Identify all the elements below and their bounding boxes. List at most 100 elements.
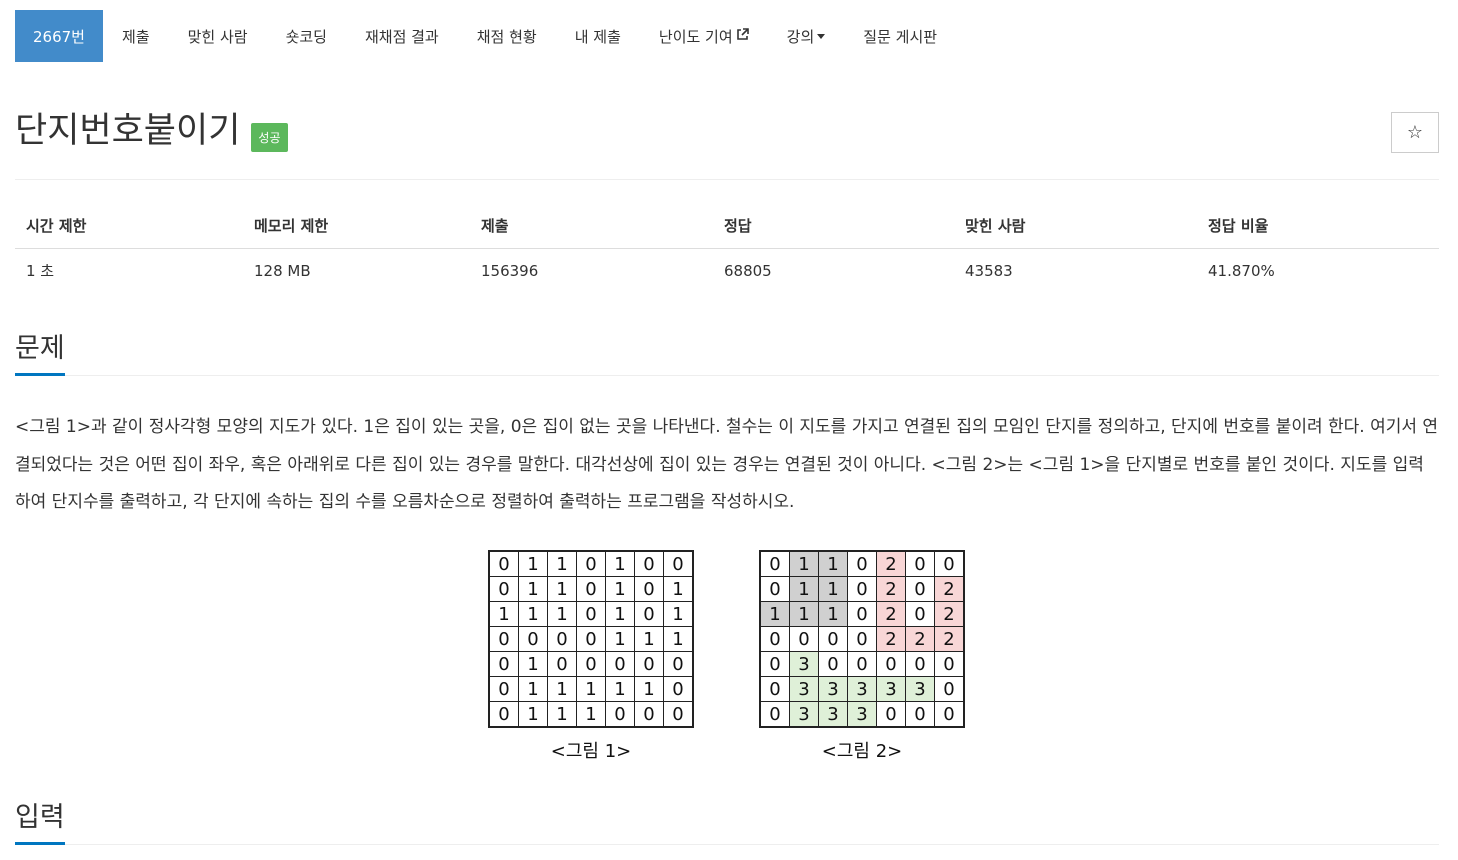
grid-cell: 0 — [759, 550, 790, 577]
grid-cell: 0 — [759, 576, 790, 602]
grid-cell: 0 — [847, 651, 877, 677]
grid-row: 0110202 — [759, 576, 965, 602]
header-memory-limit: 메모리 제한 — [254, 217, 329, 235]
grid-cell: 1 — [663, 626, 694, 652]
grid-cell: 0 — [605, 651, 635, 677]
nav-label: 맞힌 사람 — [187, 27, 248, 46]
nav-question-board[interactable]: 질문 게시판 — [844, 10, 956, 62]
grid-cell: 1 — [547, 601, 577, 627]
grid-cell: 0 — [789, 626, 819, 652]
title-row: 단지번호붙이기 성공 — [15, 105, 288, 157]
grid-cell: 2 — [934, 626, 965, 652]
grid-cell: 1 — [518, 651, 548, 677]
section-title-input: 입력 — [15, 800, 65, 845]
nav-lectures-dropdown[interactable]: 강의 — [768, 10, 845, 62]
grid-cell: 1 — [518, 676, 548, 702]
problem-description: <그림 1>과 같이 정사각형 모양의 지도가 있다. 1은 집이 있는 곳을,… — [15, 417, 1439, 512]
grid-cell: 0 — [934, 651, 965, 677]
grid-cell: 0 — [488, 651, 519, 677]
grid-cell: 0 — [634, 550, 664, 577]
grid-cell: 2 — [934, 576, 965, 602]
nav-label: 숏코딩 — [285, 27, 327, 46]
grid-row: 0111110 — [488, 676, 694, 702]
grid-cell: 0 — [905, 601, 935, 627]
grid-cell: 0 — [488, 576, 519, 602]
grid-row: 1110202 — [759, 601, 965, 627]
figure-1-grid: 0110100011010111101010000111010000001111… — [488, 550, 694, 728]
header-accept-ratio: 정답 비율 — [1208, 217, 1269, 235]
nav-my-submissions[interactable]: 내 제출 — [556, 10, 640, 62]
nav-label: 강의 — [786, 27, 815, 46]
grid-cell: 0 — [663, 701, 694, 728]
grid-cell: 1 — [547, 701, 577, 728]
grid-cell: 1 — [663, 576, 694, 602]
grid-cell: 0 — [488, 626, 519, 652]
nav-problem-number[interactable]: 2667번 — [15, 10, 103, 62]
grid-cell: 0 — [576, 601, 606, 627]
grid-cell: 0 — [488, 676, 519, 702]
grid-cell: 0 — [759, 626, 790, 652]
nav-submit[interactable]: 제출 — [103, 10, 169, 62]
nav-label: 재채점 결과 — [364, 27, 439, 46]
grid-cell: 1 — [634, 626, 664, 652]
grid-cell: 3 — [847, 701, 877, 728]
nav-short-coding[interactable]: 숏코딩 — [267, 10, 346, 62]
nav-label: 난이도 기여 — [658, 27, 733, 46]
grid-cell: 0 — [759, 701, 790, 728]
grid-cell: 0 — [818, 626, 848, 652]
grid-cell: 2 — [876, 626, 906, 652]
grid-cell: 1 — [547, 676, 577, 702]
nav-rejudge-results[interactable]: 재채점 결과 — [346, 10, 458, 62]
value-solved-users: 43583 — [965, 262, 1013, 280]
nav-difficulty-contribution[interactable]: 난이도 기여 — [640, 10, 768, 62]
value-accept-ratio: 41.870% — [1208, 262, 1275, 280]
grid-cell: 0 — [847, 626, 877, 652]
star-icon: ☆ — [1406, 122, 1424, 143]
value-memory-limit: 128 MB — [254, 262, 311, 280]
grid-cell: 1 — [789, 550, 819, 577]
grid-cell: 0 — [876, 651, 906, 677]
grid-cell: 3 — [876, 676, 906, 702]
grid-cell: 1 — [576, 701, 606, 728]
nav-label: 제출 — [121, 27, 150, 46]
grid-cell: 3 — [818, 676, 848, 702]
header-solved-users: 맞힌 사람 — [965, 217, 1026, 235]
grid-row: 0110101 — [488, 576, 694, 602]
grid-cell: 0 — [547, 626, 577, 652]
grid-cell: 1 — [818, 601, 848, 627]
nav-label: 2667번 — [33, 27, 85, 46]
grid-cell: 0 — [576, 626, 606, 652]
grid-cell: 2 — [876, 601, 906, 627]
grid-cell: 0 — [847, 576, 877, 602]
grid-cell: 0 — [759, 676, 790, 702]
grid-cell: 0 — [547, 651, 577, 677]
grid-cell: 0 — [663, 651, 694, 677]
grid-cell: 1 — [488, 601, 519, 627]
grid-cell: 1 — [605, 601, 635, 627]
grid-row: 1110101 — [488, 601, 694, 627]
grid-cell: 1 — [605, 676, 635, 702]
grid-cell: 0 — [759, 651, 790, 677]
grid-cell: 1 — [518, 701, 548, 728]
nav-solved-users[interactable]: 맞힌 사람 — [169, 10, 267, 62]
nav-label: 채점 현황 — [476, 27, 537, 46]
grid-cell: 0 — [934, 676, 965, 702]
value-time-limit: 1 초 — [26, 262, 55, 280]
grid-cell: 1 — [547, 550, 577, 577]
grid-cell: 0 — [576, 576, 606, 602]
star-button[interactable]: ☆ — [1391, 112, 1439, 153]
section-title-problem: 문제 — [15, 331, 65, 376]
grid-row: 0000111 — [488, 626, 694, 652]
nav-judge-status[interactable]: 채점 현황 — [458, 10, 556, 62]
nav-label: 질문 게시판 — [863, 27, 938, 46]
grid-cell: 3 — [789, 701, 819, 728]
grid-row: 0333330 — [759, 676, 965, 702]
grid-cell: 0 — [847, 550, 877, 577]
grid-cell: 1 — [518, 601, 548, 627]
grid-cell: 0 — [818, 651, 848, 677]
header-submissions: 제출 — [481, 217, 509, 235]
grid-cell: 3 — [905, 676, 935, 702]
grid-cell: 1 — [605, 550, 635, 577]
grid-cell: 0 — [488, 701, 519, 728]
grid-cell: 2 — [934, 601, 965, 627]
